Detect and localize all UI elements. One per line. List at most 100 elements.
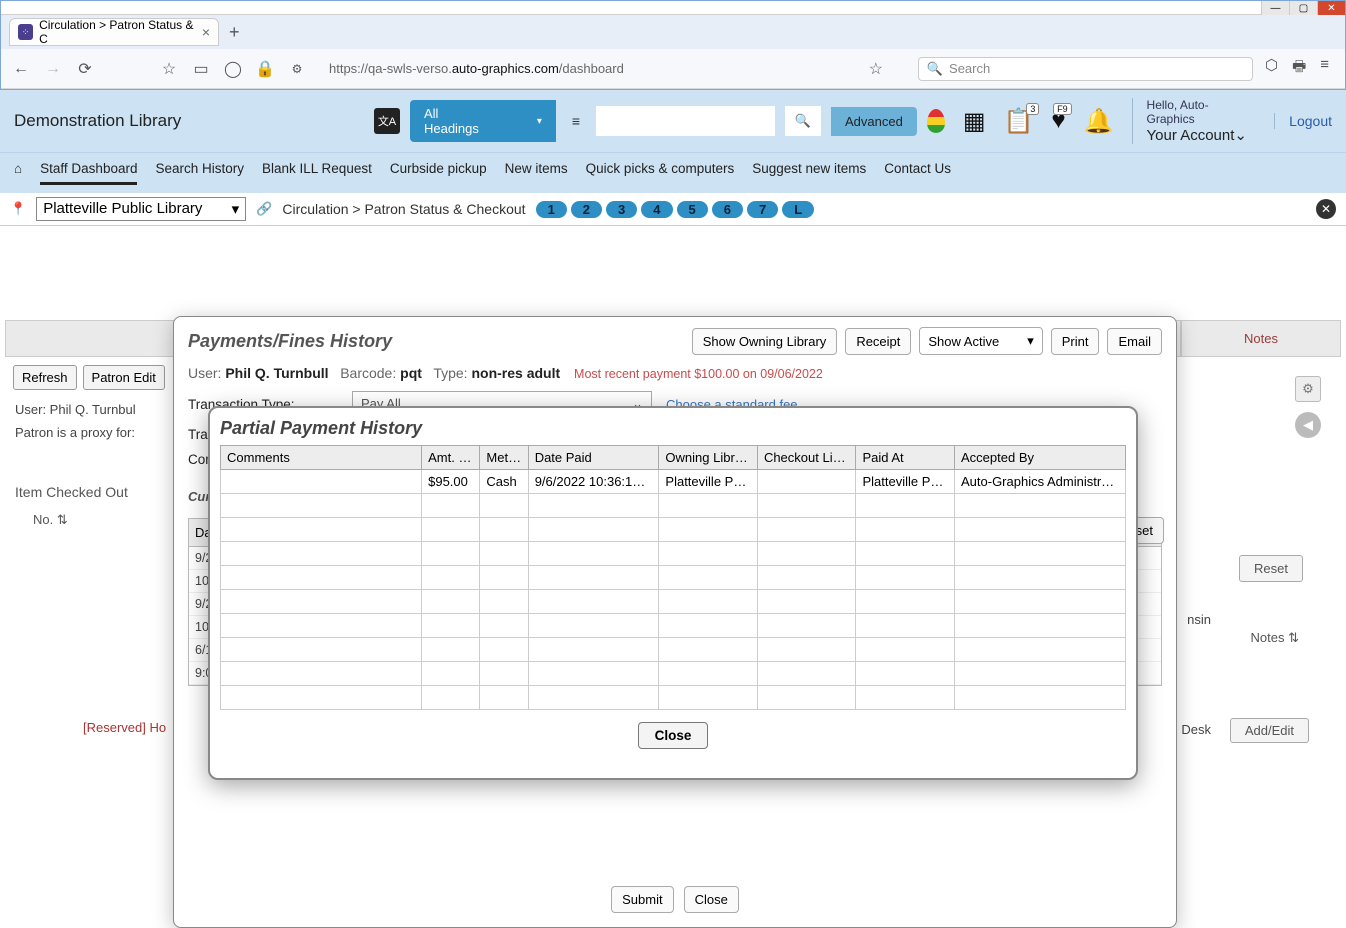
- gear-icon[interactable]: ⚙: [1295, 376, 1321, 402]
- list-badge: 3: [1026, 103, 1039, 115]
- advanced-button[interactable]: Advanced: [831, 107, 917, 136]
- tab-close-icon[interactable]: ×: [202, 24, 210, 40]
- location-pin-icon: 📍: [10, 201, 26, 217]
- nav-suggest[interactable]: Suggest new items: [752, 161, 866, 185]
- col-method[interactable]: Meth…: [480, 446, 528, 470]
- library-icon[interactable]: ▭: [191, 59, 211, 79]
- library-title: Demonstration Library: [14, 111, 364, 131]
- col-owning[interactable]: Owning Libra…: [659, 446, 758, 470]
- home-icon[interactable]: ⌂: [14, 161, 22, 185]
- table-row: [221, 542, 1126, 566]
- col-amt[interactable]: Amt. Pd.: [422, 446, 480, 470]
- window-minimize[interactable]: —: [1261, 1, 1289, 15]
- pill-6[interactable]: 6: [712, 201, 743, 218]
- modal1-close-button[interactable]: Close: [684, 886, 739, 913]
- col-date-paid[interactable]: Date Paid: [528, 446, 659, 470]
- nav-new-items[interactable]: New items: [505, 161, 568, 185]
- balloon-icon[interactable]: [927, 109, 945, 133]
- catalog-search-input[interactable]: [596, 106, 775, 136]
- table-row: [221, 566, 1126, 590]
- shield-icon[interactable]: ◯: [223, 59, 243, 79]
- notifications-icon[interactable]: 🔔: [1084, 107, 1114, 136]
- nav-staff-dashboard[interactable]: Staff Dashboard: [40, 161, 137, 185]
- refresh-button[interactable]: Refresh: [13, 365, 77, 390]
- list-icon[interactable]: 📋3: [1004, 107, 1034, 136]
- col-comments[interactable]: Comments: [221, 446, 422, 470]
- user-info-line: User: Phil Q. Turnbull Barcode: pqt Type…: [188, 365, 1162, 381]
- search-type-label: All Headings: [424, 106, 497, 136]
- col-accepted[interactable]: Accepted By: [955, 446, 1126, 470]
- nav-search-history[interactable]: Search History: [155, 161, 244, 185]
- scan-icon[interactable]: ▦: [963, 107, 986, 136]
- nav-curbside[interactable]: Curbside pickup: [390, 161, 487, 185]
- show-active-select[interactable]: Show Active ▾: [919, 327, 1042, 355]
- hello-text: Hello, Auto-Graphics: [1147, 98, 1257, 126]
- show-owning-library-button[interactable]: Show Owning Library: [692, 328, 838, 355]
- window-close[interactable]: ✕: [1317, 1, 1345, 15]
- search-button[interactable]: 🔍: [785, 106, 821, 136]
- pill-3[interactable]: 3: [606, 201, 637, 218]
- permissions-icon[interactable]: ⚙: [287, 62, 307, 76]
- chevron-down-icon: ▾: [1027, 333, 1034, 349]
- print-button[interactable]: Print: [1051, 328, 1100, 355]
- pill-4[interactable]: 4: [641, 201, 672, 218]
- favorites-icon[interactable]: ♥F9: [1051, 107, 1065, 135]
- star-icon[interactable]: ☆: [866, 59, 886, 79]
- window-maximize[interactable]: ▢: [1289, 1, 1317, 15]
- payment-history-table: Comments Amt. Pd. Meth… Date Paid Owning…: [220, 445, 1126, 710]
- table-row[interactable]: $95.00 Cash 9/6/2022 10:36:1… Plattevill…: [221, 470, 1126, 494]
- forward-icon[interactable]: →: [43, 60, 63, 78]
- nav-blank-ill[interactable]: Blank ILL Request: [262, 161, 372, 185]
- reload-icon[interactable]: ⟳: [75, 59, 95, 79]
- bookmark-icon[interactable]: ☆: [159, 59, 179, 79]
- language-icon[interactable]: 文A: [374, 108, 400, 134]
- location-select[interactable]: Platteville Public Library ▾: [36, 197, 246, 221]
- chevron-down-icon: ▾: [537, 116, 542, 127]
- favicon-icon: ⁘: [18, 24, 33, 40]
- search-type-dropdown[interactable]: All Headings ▾: [410, 100, 556, 142]
- table-row: [221, 686, 1126, 710]
- cell-comments: [221, 470, 422, 494]
- your-account-label: Your Account: [1147, 127, 1235, 144]
- back-icon[interactable]: ←: [11, 60, 31, 78]
- url-bar[interactable]: https://qa-swls-verso.auto-graphics.com/…: [319, 61, 634, 76]
- search-placeholder: Search: [949, 61, 990, 76]
- browser-search[interactable]: 🔍 Search: [918, 57, 1253, 81]
- close-session-icon[interactable]: ✕: [1316, 199, 1336, 219]
- pocket-icon[interactable]: ⬡: [1265, 56, 1278, 81]
- cell-amt: $95.00: [422, 470, 480, 494]
- receipt-button[interactable]: Receipt: [845, 328, 911, 355]
- database-icon[interactable]: ≡: [566, 113, 586, 129]
- nav-quick-picks[interactable]: Quick picks & computers: [586, 161, 735, 185]
- pill-2[interactable]: 2: [571, 201, 602, 218]
- pill-1[interactable]: 1: [536, 201, 567, 218]
- tab-notes[interactable]: Notes: [1181, 320, 1341, 357]
- reserved-text: [Reserved] Ho: [83, 720, 166, 735]
- nav-contact[interactable]: Contact Us: [884, 161, 951, 185]
- cell-accepted: Auto-Graphics Administr…: [955, 470, 1126, 494]
- desk-text: Desk: [1181, 722, 1211, 737]
- patron-edit-button[interactable]: Patron Edit: [83, 365, 165, 390]
- pill-l[interactable]: L: [782, 201, 814, 218]
- url-path: /dashboard: [559, 61, 624, 76]
- logout-link[interactable]: Logout: [1274, 113, 1332, 129]
- col-paid-at[interactable]: Paid At: [856, 446, 955, 470]
- modal2-close-button[interactable]: Close: [638, 722, 709, 749]
- browser-tab[interactable]: ⁘ Circulation > Patron Status & C ×: [9, 18, 219, 46]
- email-button[interactable]: Email: [1107, 328, 1162, 355]
- location-value: Platteville Public Library: [43, 200, 202, 218]
- account-menu[interactable]: Hello, Auto-Graphics Your Account⌄: [1132, 98, 1257, 144]
- reset-button[interactable]: Reset: [1239, 555, 1303, 582]
- submit-button[interactable]: Submit: [611, 886, 673, 913]
- session-pills: 1 2 3 4 5 6 7 L: [536, 201, 815, 218]
- new-tab-button[interactable]: +: [229, 22, 240, 43]
- menu-icon[interactable]: ≡: [1320, 56, 1329, 81]
- add-edit-button[interactable]: Add/Edit: [1230, 718, 1309, 743]
- lock-icon[interactable]: 🔒: [255, 59, 275, 79]
- collapse-icon[interactable]: ◀: [1295, 412, 1321, 438]
- modal1-title: Payments/Fines History: [188, 331, 684, 352]
- col-checkout[interactable]: Checkout Lib…: [757, 446, 856, 470]
- pill-7[interactable]: 7: [747, 201, 778, 218]
- pill-5[interactable]: 5: [677, 201, 708, 218]
- print-icon[interactable]: 🖶: [1292, 56, 1306, 81]
